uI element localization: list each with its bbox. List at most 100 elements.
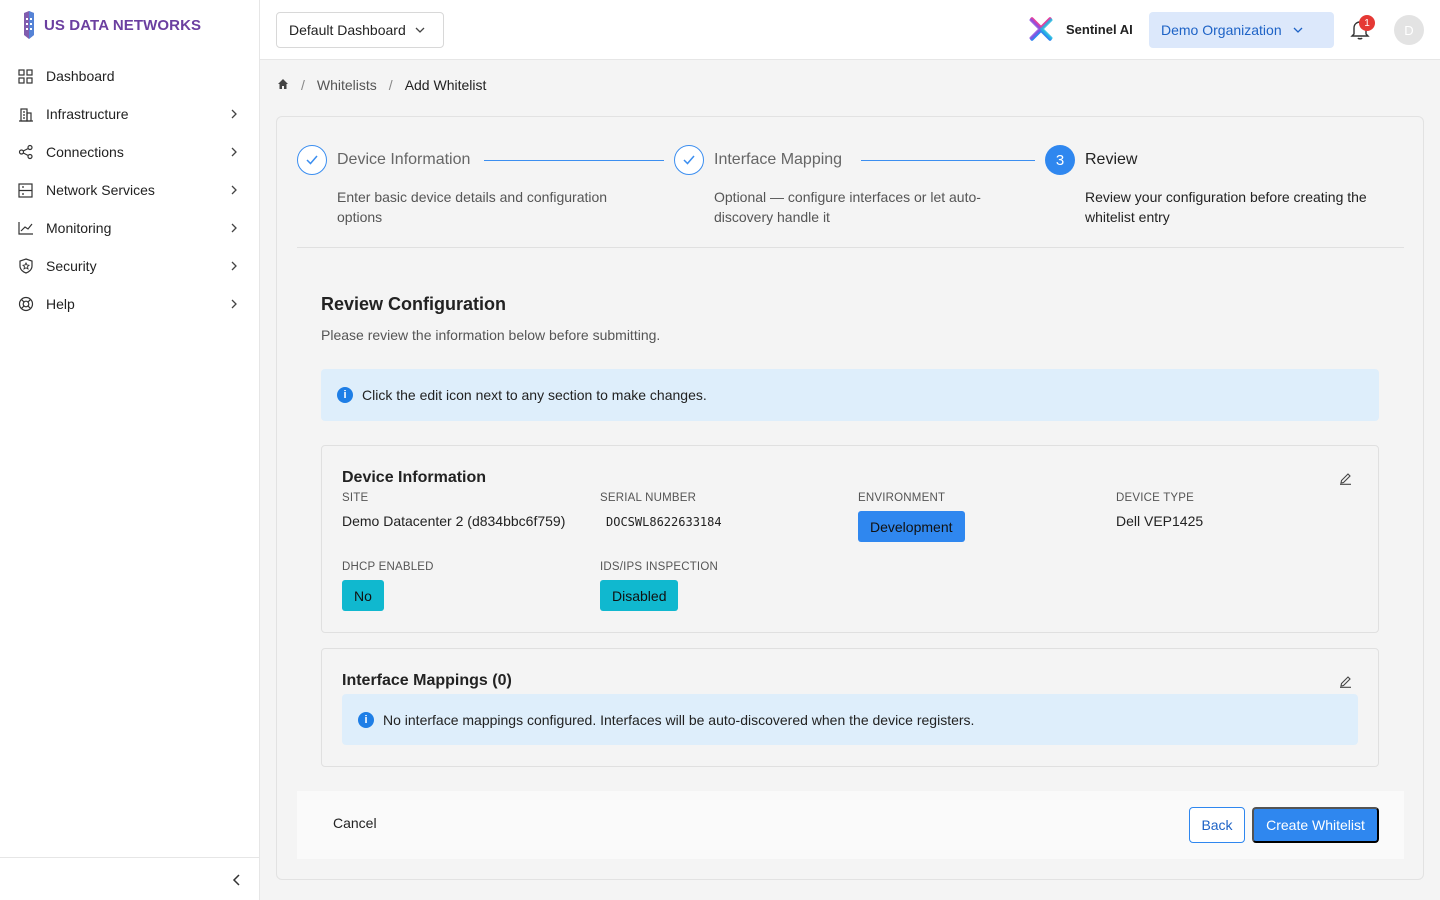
chevron-right-icon [230,260,242,272]
home-icon[interactable] [277,77,289,93]
step-1-complete-indicator [297,145,327,175]
device-type-label: DEVICE TYPE [1116,492,1195,504]
building-icon [17,106,34,123]
avatar[interactable]: D [1394,15,1424,45]
step-3-title: Review [1085,151,1138,168]
organization-select[interactable]: Demo Organization [1149,12,1334,48]
pencil-icon [1339,472,1351,485]
ids-ips-label: IDS/IPS INSPECTION [600,561,718,573]
dhcp-chip: No [342,580,384,611]
sidebar-item-dashboard[interactable]: Dashboard [0,57,260,95]
back-button[interactable]: Back [1189,807,1245,843]
site-label: SITE [342,492,369,504]
sidebar-nav: Dashboard Infrastructure Connections Net… [0,57,260,323]
review-info-banner: i Click the edit icon next to any sectio… [321,369,1379,421]
step-2-desc: Optional — configure interfaces or let a… [714,189,981,225]
edit-device-info-button[interactable] [1338,471,1352,485]
breadcrumb-separator: / [388,77,393,93]
sidebar-footer [0,857,260,900]
step-1-desc: Enter basic device details and configura… [337,189,608,225]
site-value: Demo Datacenter 2 (d834bbc6f759) [342,513,566,529]
grid-icon [17,68,34,85]
interface-mappings-info-text: No interface mappings configured. Interf… [383,711,975,728]
chevron-right-icon [230,298,242,310]
chart-line-icon [17,220,34,237]
sidebar-item-connections[interactable]: Connections [0,133,260,171]
sidebar-item-help[interactable]: Help [0,285,260,323]
review-info-text: Click the edit icon next to any section … [362,387,707,403]
breadcrumb: / Whitelists / Add Whitelist [277,77,486,93]
share-icon [17,144,34,161]
sentinel-label: Sentinel AI [1066,21,1133,37]
brand-logo[interactable]: US DATA NETWORKS [20,10,201,40]
breadcrumb-current: Add Whitelist [404,77,487,93]
step-2-complete-indicator [674,145,704,175]
serial-value: DOCSWL8622633184 [606,515,722,529]
shield-icon [17,258,34,275]
chevron-right-icon [230,108,242,120]
device-info-title: Device Information [342,469,487,486]
sidebar-item-security[interactable]: Security [0,247,260,285]
lifebuoy-icon [17,296,34,313]
cancel-button[interactable]: Cancel [333,815,377,831]
interface-mappings-panel: Interface Mappings (0) i No interface ma… [321,648,1379,767]
collapse-sidebar-button[interactable] [226,870,246,890]
dhcp-label: DHCP ENABLED [342,561,434,573]
dashboard-select-value: Default Dashboard [289,22,406,38]
topbar: Default Dashboard Sentinel AI Demo Organ… [260,0,1440,60]
review-subtitle: Please review the information below befo… [321,327,661,343]
environment-chip: Development [858,511,965,542]
sidebar-item-network-services[interactable]: Network Services [0,171,260,209]
environment-label: ENVIRONMENT [858,492,946,504]
serial-label: SERIAL NUMBER [600,492,697,504]
device-type-value: Dell VEP1425 [1116,513,1204,529]
chevron-right-icon [230,222,242,234]
chevron-down-icon [415,27,425,33]
sidebar-item-label: Security [46,258,97,274]
interface-mappings-title: Interface Mappings (0) [342,672,512,689]
check-icon [683,155,695,165]
edit-interface-mappings-button[interactable] [1338,674,1352,688]
pencil-icon [1339,675,1351,688]
form-footer: Cancel Back Create Whitelist [297,791,1404,859]
create-whitelist-button[interactable]: Create Whitelist [1252,807,1379,843]
step-2-title: Interface Mapping [714,151,843,168]
sidebar: US DATA NETWORKS Dashboard Infrastructur… [0,0,260,900]
sidebar-item-label: Monitoring [46,220,112,236]
review-title: Review Configuration [321,294,507,314]
sidebar-item-label: Network Services [46,182,155,198]
sentinel-ai[interactable]: Sentinel AI [1028,16,1133,42]
brand-logo-icon [24,11,34,39]
sidebar-item-label: Help [46,296,75,312]
notification-badge: 1 [1359,15,1375,31]
server-icon [17,182,34,199]
sidebar-item-label: Infrastructure [46,106,129,122]
sidebar-item-infrastructure[interactable]: Infrastructure [0,95,260,133]
check-icon [306,155,318,165]
chevron-left-icon [232,874,240,886]
add-whitelist-card: Device Information Enter basic device de… [276,116,1424,880]
sidebar-item-monitoring[interactable]: Monitoring [0,209,260,247]
breadcrumb-separator: / [301,77,305,93]
ids-ips-chip: Disabled [600,580,679,611]
brand-name: US DATA NETWORKS [44,16,202,34]
step-connector [484,160,664,161]
stepper-divider [297,247,1404,248]
info-icon: i [358,711,374,728]
info-icon: i [337,387,353,403]
chevron-down-icon [1293,27,1303,33]
step-3-active-indicator: 3 [1045,145,1075,175]
step-connector [861,160,1035,161]
sidebar-item-label: Dashboard [46,68,115,84]
chevron-right-icon [230,184,242,196]
dashboard-select[interactable]: Default Dashboard [276,12,444,48]
step-3-desc: Review your configuration before creatin… [1085,189,1367,225]
chevron-right-icon [230,146,242,158]
organization-select-value: Demo Organization [1161,22,1282,38]
sentinel-logo-icon [1029,17,1053,41]
step-1-title: Device Information [337,151,471,168]
interface-mappings-info: i No interface mappings configured. Inte… [342,694,1358,745]
breadcrumb-whitelists[interactable]: Whitelists [317,77,377,93]
sidebar-item-label: Connections [46,144,124,160]
device-info-panel: Device Information SITE Demo Datacenter … [321,445,1379,633]
